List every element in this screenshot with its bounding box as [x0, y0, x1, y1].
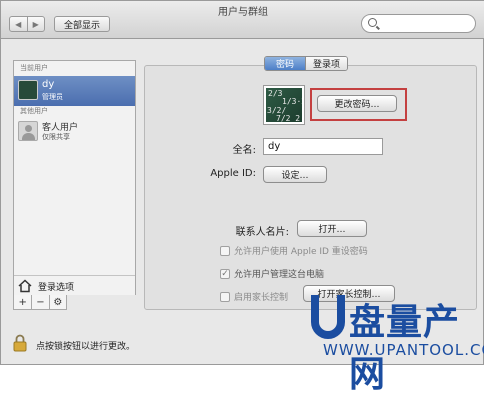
full-name-label: 全名: — [232, 145, 256, 156]
allow-reset-label: 允许用户使用 Apple ID 重设密码 — [234, 247, 368, 257]
user-list: 当前用户 dy 管理员 其他用户 客人用户 仅限共享 登录选项 — [13, 60, 136, 295]
watermark-url: WWW.UPANTOOL.COM — [323, 341, 484, 359]
remove-user-button[interactable]: − — [31, 295, 48, 309]
apple-id-settings-button[interactable]: 设定… — [263, 166, 327, 183]
lock-message: 点按锁按钮以进行更改。 — [36, 342, 136, 352]
parental-controls-checkbox[interactable] — [220, 291, 230, 302]
search-field[interactable] — [361, 14, 476, 33]
contact-card-label: 联系人名片: — [235, 227, 289, 238]
tab-password[interactable]: 密码 — [265, 57, 305, 70]
avatar — [18, 80, 38, 100]
full-name-field[interactable]: dy — [263, 138, 383, 155]
search-icon — [368, 18, 377, 27]
window: 用户与群组 ◀ ▶ 全部显示 当前用户 dy 管理员 其他用户 客人用户 仅限共… — [0, 0, 484, 395]
watermark-u-mark — [311, 295, 345, 339]
login-options-label: 登录选项 — [38, 283, 75, 293]
allow-admin-checkbox-row: ✓ 允许用户管理这台电脑 — [220, 267, 324, 280]
nav-buttons: ◀ ▶ — [9, 16, 45, 32]
titlebar: 用户与群组 ◀ ▶ 全部显示 — [1, 1, 484, 39]
user-row-current[interactable]: dy 管理员 — [14, 76, 135, 106]
chalk-text: 7/2 2 — [276, 114, 301, 122]
forward-button[interactable]: ▶ — [26, 17, 45, 31]
change-password-button[interactable]: 更改密码… — [317, 95, 397, 112]
parental-controls-label: 启用家长控制 — [234, 293, 289, 303]
user-row-guest[interactable]: 客人用户 仅限共享 — [14, 118, 135, 144]
tab-bar: 密码 登录项 — [264, 56, 348, 71]
apple-id-label: Apple ID: — [210, 168, 256, 179]
open-contact-button[interactable]: 打开… — [297, 220, 367, 237]
tab-login-items[interactable]: 登录项 — [305, 57, 347, 70]
house-icon — [18, 279, 32, 293]
guest-avatar-icon — [18, 121, 38, 141]
user-name: dy — [42, 79, 55, 90]
sidebar-buttons: + − ⚙ — [13, 295, 67, 310]
other-users-header: 其他用户 — [20, 107, 48, 115]
show-all-button[interactable]: 全部显示 — [54, 16, 110, 32]
user-role: 管理员 — [42, 93, 63, 101]
allow-admin-label: 允许用户管理这台电脑 — [234, 270, 325, 280]
allow-reset-checkbox[interactable] — [220, 245, 230, 256]
allow-reset-checkbox-row: 允许用户使用 Apple ID 重设密码 — [220, 244, 368, 257]
watermark-logo: 盘量产网 WWW.UPANTOOL.COM — [301, 289, 484, 395]
chalk-text: 2/3 — [268, 89, 283, 98]
parental-controls-checkbox-row: 启用家长控制 — [220, 290, 288, 303]
current-users-header: 当前用户 — [20, 64, 48, 72]
chalk-text: 1/3·2 — [282, 97, 302, 106]
back-button[interactable]: ◀ — [10, 17, 27, 31]
user-photo[interactable]: 2/3 1/3·2 3/2/ 7/2 2 — [263, 85, 305, 125]
guest-desc: 仅限共享 — [42, 133, 70, 141]
login-options-item[interactable]: 登录选项 — [14, 275, 135, 295]
chalkboard-picture: 2/3 1/3·2 3/2/ 7/2 2 — [266, 88, 302, 122]
allow-admin-checkbox[interactable]: ✓ — [220, 268, 230, 279]
lock-icon[interactable] — [13, 334, 27, 352]
add-user-button[interactable]: + — [14, 295, 31, 309]
gear-icon[interactable]: ⚙ — [48, 295, 66, 309]
